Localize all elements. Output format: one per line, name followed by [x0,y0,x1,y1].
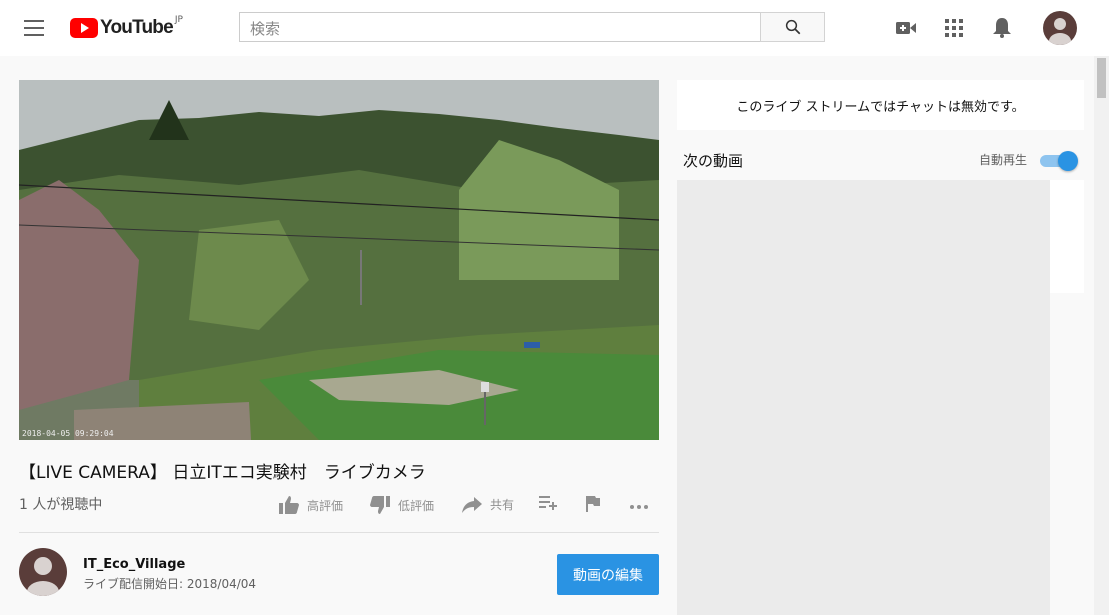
stream-start-date: ライブ配信開始日: 2018/04/04 [83,577,257,591]
more-actions-button[interactable] [629,496,657,512]
like-button[interactable]: 高評価 [279,496,343,514]
thumbs-up-icon [279,496,299,514]
up-next-heading: 次の動画 [683,152,744,170]
video-title: 【LIVE CAMERA】 日立ITエコ実験村 ライブカメラ [19,463,426,483]
logo-region: JP [174,15,183,25]
up-next-video-placeholder[interactable] [677,180,1050,615]
playlist-add-icon [539,496,557,510]
autoplay-toggle[interactable] [1040,151,1078,171]
share-button[interactable]: 共有 [462,496,514,513]
scrollbar-thumb[interactable] [1097,58,1106,98]
like-label: 高評価 [307,498,344,513]
edit-video-button[interactable]: 動画の編集 [557,554,659,595]
thumbs-down-icon [370,496,390,514]
autoplay-label: 自動再生 [979,153,1028,167]
viewer-count: 1 人が視聴中 [19,497,103,513]
add-to-playlist-button[interactable] [539,496,565,510]
youtube-play-icon [70,18,98,38]
apps-icon[interactable] [942,16,966,40]
report-button[interactable] [586,496,608,512]
more-horizontal-icon [630,505,648,509]
create-video-icon[interactable] [894,16,918,40]
youtube-logo[interactable]: YouTube JP [70,15,183,40]
masthead: YouTube JP 検索 [0,0,1109,56]
search-icon [785,19,800,35]
notifications-icon[interactable] [990,16,1014,40]
toggle-knob [1058,151,1078,171]
search-input[interactable]: 検索 [239,12,760,42]
flag-icon [586,496,600,512]
menu-icon[interactable] [24,20,44,36]
share-label: 共有 [490,498,515,512]
channel-avatar[interactable] [19,548,67,596]
account-avatar[interactable] [1043,11,1077,45]
video-frame [19,80,659,440]
dislike-button[interactable]: 低評価 [370,496,434,514]
chat-disabled-message: このライブ ストリームではチャットは無効です。 [677,80,1084,130]
video-player[interactable]: 2018-04-05 09:29:04 [19,80,659,440]
sidebar-background [1050,180,1084,293]
channel-name[interactable]: IT_Eco_Village [83,557,185,572]
divider [19,532,659,533]
dislike-label: 低評価 [398,498,435,513]
search-button[interactable] [760,12,825,42]
logo-text: YouTube [100,17,174,38]
video-timestamp-overlay: 2018-04-05 09:29:04 [22,429,114,438]
scrollbar-track[interactable] [1094,56,1109,615]
share-icon [462,496,482,513]
